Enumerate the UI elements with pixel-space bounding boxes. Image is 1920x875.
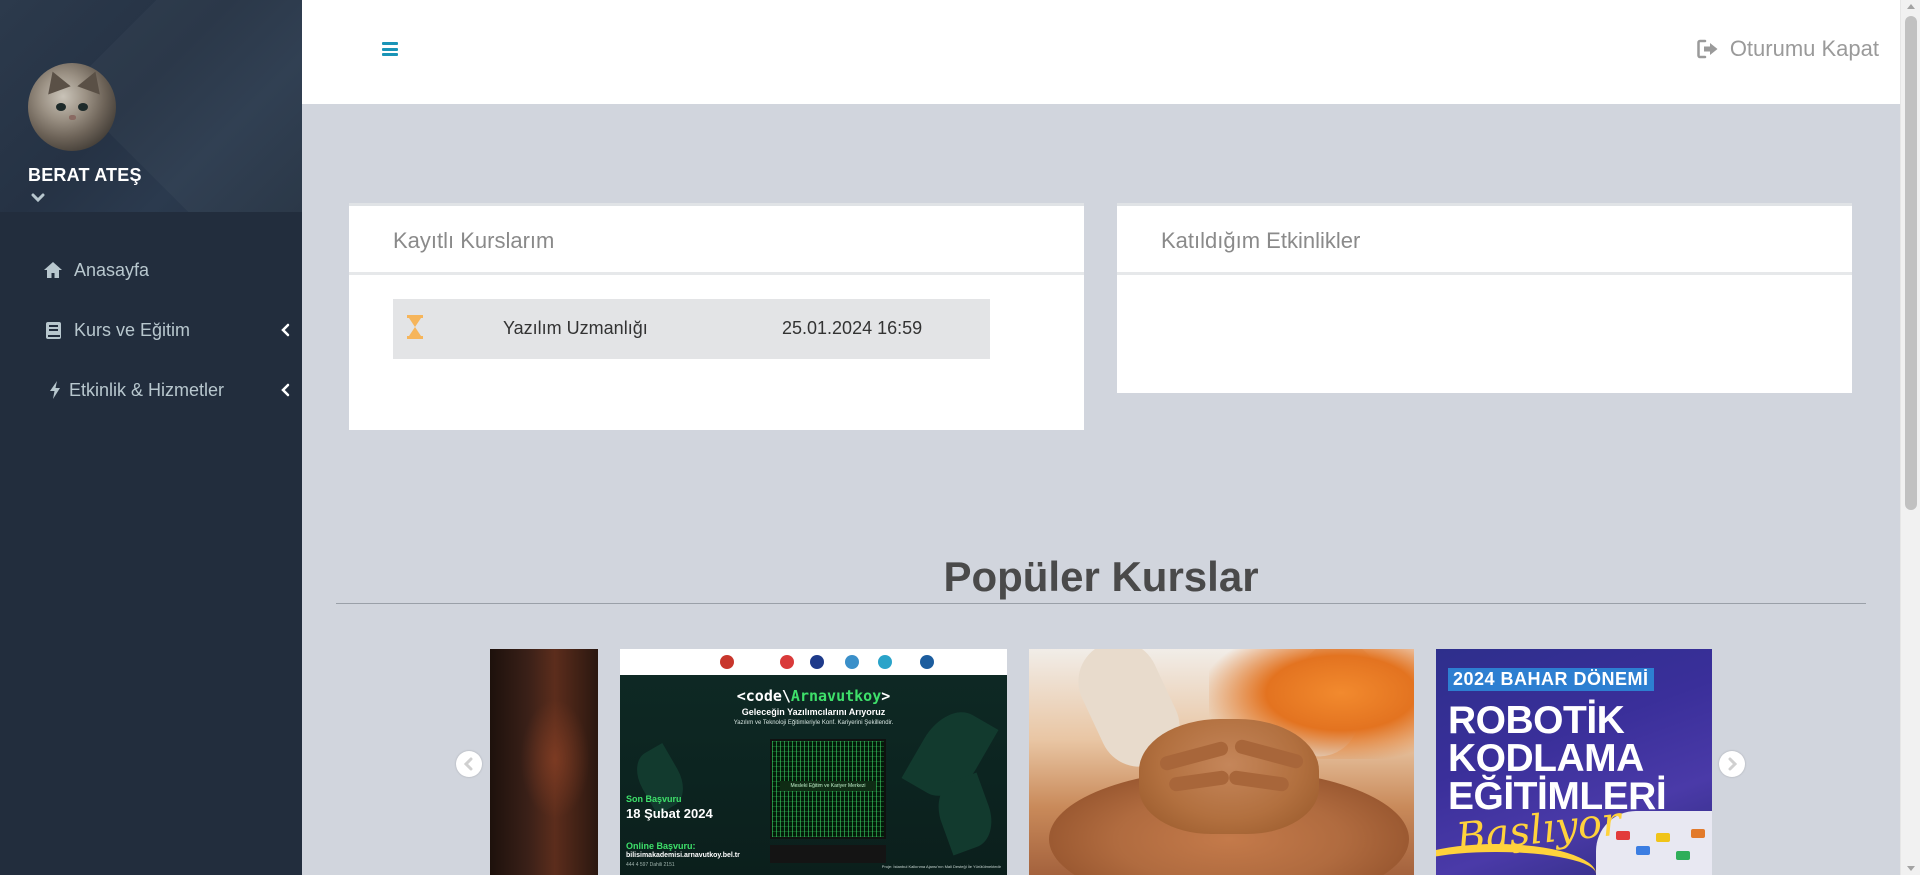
clay-hands-graphic	[1139, 719, 1319, 834]
chevron-left-icon	[281, 323, 290, 337]
chevron-left-icon	[463, 757, 473, 771]
carousel-slide-pottery[interactable]	[1029, 649, 1414, 875]
scroll-down-arrow-icon[interactable]	[1907, 866, 1915, 871]
logout-label: Oturumu Kapat	[1729, 36, 1879, 61]
deadline-label: Son Başvuru	[626, 794, 682, 804]
phone-number: 444 4 597 Dahili 2151	[626, 862, 675, 868]
bolt-icon	[45, 380, 65, 400]
card-title: Katıldığım Etkinlikler	[1161, 228, 1361, 253]
logout-button[interactable]: Oturumu Kapat	[1697, 36, 1879, 62]
carousel-next-button[interactable]	[1719, 751, 1745, 777]
chevron-left-icon	[281, 383, 290, 397]
sign-out-icon	[1697, 39, 1718, 59]
book-icon	[43, 320, 63, 340]
slide-subheadline: Geleceğin Yazılımcılarını Arıyoruz	[741, 707, 886, 717]
deadline-date: 18 Şubat 2024	[626, 806, 713, 821]
sidebar-item-etkinlik-hizmetler[interactable]: Etkinlik & Hizmetler	[0, 360, 302, 420]
user-profile-panel: BERAT ATEŞ	[0, 0, 302, 212]
online-label: Online Başvuru:	[626, 841, 696, 851]
list-item[interactable]: Yazılım Uzmanlığı 25.01.2024 16:59	[393, 299, 990, 359]
slide-header: 2024 BAHAR DÖNEMİ	[1448, 668, 1654, 691]
monitor-graphic: Mesleki Eğitim ve Kariyer Merkezi	[770, 739, 886, 839]
registered-courses-card: Kayıtlı Kurslarım Yazılım Uzmanlığı 25.0…	[349, 203, 1084, 430]
card-divider	[349, 272, 1084, 275]
section-divider	[336, 603, 1866, 604]
chevron-right-icon	[1728, 757, 1738, 771]
sponsor-logos	[620, 649, 1007, 675]
attended-events-card: Katıldığım Etkinlikler	[1117, 203, 1852, 393]
sidebar-item-label: Kurs ve Eğitim	[74, 319, 191, 340]
carousel-prev-button[interactable]	[456, 751, 482, 777]
menu-toggle-icon[interactable]	[382, 41, 398, 57]
scroll-thumb[interactable]	[1905, 16, 1917, 510]
carousel-slide-robotik-kodlama[interactable]: 2024 BAHAR DÖNEMİ ROBOTİK KODLAMA EĞİTİM…	[1436, 649, 1712, 875]
carousel-slide-code-arnavutkoy[interactable]: <code\Arnavutkoy> Geleceğin Yazılımcılar…	[620, 649, 1007, 875]
sidebar-nav: Anasayfa Kurs ve Eğitim Etkinlik & Hizme…	[0, 240, 302, 420]
scroll-up-arrow-icon[interactable]	[1907, 4, 1915, 9]
slide-headline-line: ROBOTİK	[1448, 699, 1625, 742]
online-url: bilisimakademisi.arnavutkoy.bel.tr	[626, 852, 740, 859]
sidebar: BERAT ATEŞ Anasayfa Kurs ve Eğitim Etkin…	[0, 0, 302, 875]
card-divider	[1117, 272, 1852, 275]
section-title: Popüler Kurslar	[943, 553, 1259, 600]
chevron-down-icon[interactable]	[31, 193, 45, 203]
sidebar-item-label: Etkinlik & Hizmetler	[69, 379, 225, 400]
slide-headline-line: KODLAMA	[1448, 737, 1644, 780]
avatar[interactable]	[28, 63, 116, 151]
carousel-slide-partial[interactable]	[490, 649, 598, 875]
user-name: BERAT ATEŞ	[28, 165, 142, 185]
sidebar-item-kurs-egitim[interactable]: Kurs ve Eğitim	[0, 300, 302, 360]
home-icon	[43, 260, 63, 280]
hourglass-icon	[407, 315, 423, 339]
sidebar-item-label: Anasayfa	[74, 259, 150, 280]
sidebar-item-anasayfa[interactable]: Anasayfa	[0, 240, 302, 300]
page-scrollbar[interactable]	[1900, 0, 1920, 875]
footer-note: Proje: İstanbul Kalkınma Ajansı'nın Mali…	[881, 864, 1001, 869]
slide-headline: <code\Arnavutkoy>	[736, 687, 891, 705]
slide-tagline: Yazılım ve Teknoloji Eğitimleriyle Konf.…	[733, 720, 894, 726]
card-title: Kayıtlı Kurslarım	[393, 228, 555, 253]
keyboard-graphic	[770, 845, 886, 863]
course-date: 25.01.2024 16:59	[782, 318, 923, 338]
course-name: Yazılım Uzmanlığı	[503, 318, 648, 338]
top-navbar: Oturumu Kapat	[302, 0, 1900, 104]
